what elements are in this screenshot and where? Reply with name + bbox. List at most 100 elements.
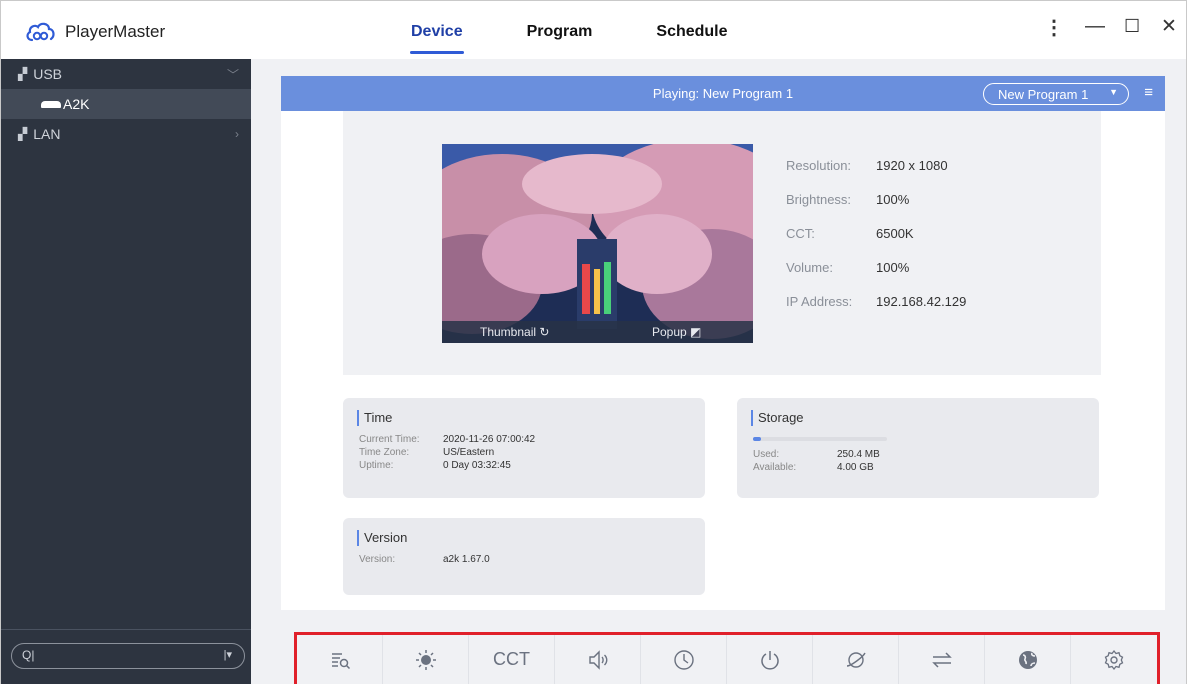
search-list-icon bbox=[331, 652, 350, 669]
more-menu-icon[interactable]: ⋮ bbox=[1044, 15, 1064, 40]
info-label: Resolution: bbox=[786, 158, 852, 173]
network-icon: ▞ bbox=[18, 67, 28, 81]
close-icon[interactable]: ✕ bbox=[1161, 15, 1177, 38]
card-row-value: a2k 1.67.0 bbox=[443, 554, 490, 565]
card-row-value: US/Eastern bbox=[443, 447, 495, 458]
info-value: 1920 x 1080 bbox=[876, 158, 948, 173]
filter-dropdown-icon[interactable]: |▾ bbox=[224, 648, 232, 661]
info-value: 100% bbox=[876, 260, 910, 275]
device-search-input[interactable]: Q| |▾ bbox=[11, 643, 245, 669]
device-control-toolbar: CCT bbox=[294, 632, 1160, 684]
chevron-right-icon[interactable]: › bbox=[235, 127, 239, 141]
thumbnail-image bbox=[442, 144, 753, 343]
card-row-label: Used: bbox=[753, 449, 780, 460]
program-select[interactable]: New Program 1 ▼ bbox=[983, 83, 1129, 105]
info-value: 192.168.42.129 bbox=[876, 294, 967, 309]
info-row-brightness: Brightness: 100% bbox=[786, 192, 966, 226]
volume-button[interactable] bbox=[555, 635, 641, 684]
maximize-icon[interactable]: ☐ bbox=[1124, 16, 1140, 37]
app-title: PlayerMaster bbox=[65, 22, 166, 41]
popup-label: Popup bbox=[652, 325, 687, 339]
main-area: Playing: New Program 1 New Program 1 ▼ ≡ bbox=[251, 59, 1186, 684]
playing-bar: Playing: New Program 1 New Program 1 ▼ ≡ bbox=[281, 76, 1165, 111]
volume-icon bbox=[588, 649, 607, 670]
brightness-button[interactable] bbox=[383, 635, 469, 684]
sidebar-item-label: USB bbox=[33, 66, 63, 82]
popup-link[interactable]: Popup ◩ bbox=[652, 325, 701, 339]
device-icon bbox=[41, 100, 61, 108]
sidebar-footer: Q| |▾ bbox=[1, 629, 251, 684]
thumbnail-label: Thumbnail bbox=[480, 325, 537, 339]
tab-device[interactable]: Device bbox=[410, 23, 464, 54]
storage-usage-bar bbox=[753, 437, 887, 441]
brightness-icon bbox=[415, 649, 436, 670]
cct-button[interactable]: CCT bbox=[469, 635, 555, 684]
program-select-value: New Program 1 bbox=[998, 87, 1089, 102]
info-label: CCT: bbox=[786, 226, 815, 241]
card-row-label: Available: bbox=[753, 462, 797, 473]
card-row: Available: 4.00 GB bbox=[753, 462, 880, 475]
settings-icon bbox=[1104, 649, 1124, 670]
thumbnail-refresh-link[interactable]: Thumbnail ↻ bbox=[480, 325, 549, 339]
transfer-icon bbox=[931, 651, 952, 668]
card-row-value: 0 Day 03:32:45 bbox=[443, 460, 511, 471]
card-row: Used: 250.4 MB bbox=[753, 449, 880, 462]
info-label: Volume: bbox=[786, 260, 833, 275]
device-info: Resolution: 1920 x 1080 Brightness: 100%… bbox=[786, 158, 966, 328]
sidebar-item-usb[interactable]: ▞ USB ﹀ bbox=[1, 59, 251, 89]
minimize-icon[interactable]: — bbox=[1085, 15, 1105, 38]
info-row-resolution: Resolution: 1920 x 1080 bbox=[786, 158, 966, 192]
power-button[interactable] bbox=[727, 635, 813, 684]
chevron-down-icon[interactable]: ﹀ bbox=[227, 66, 239, 83]
title-bar: PlayerMaster Device Program Schedule ⋮ —… bbox=[1, 1, 1186, 59]
info-row-ip-address: IP Address: 192.168.42.129 bbox=[786, 294, 966, 328]
info-row-cct: CCT: 6500K bbox=[786, 226, 966, 260]
settings-button[interactable] bbox=[1071, 635, 1157, 684]
tab-schedule[interactable]: Schedule bbox=[656, 23, 727, 41]
brand: PlayerMaster bbox=[25, 21, 165, 43]
card-row: Version: a2k 1.67.0 bbox=[359, 554, 490, 567]
version-card: Version Version: a2k 1.67.0 bbox=[343, 518, 705, 595]
sidebar-item-a2k[interactable]: A2K bbox=[1, 89, 251, 119]
device-panel: Thumbnail ↻ Popup ◩ Resolution: 1920 x 1… bbox=[343, 111, 1101, 375]
refresh-icon: ↻ bbox=[539, 325, 550, 339]
card-row-label: Current Time: bbox=[359, 434, 420, 445]
planet-icon bbox=[846, 651, 866, 668]
card-row-label: Version: bbox=[359, 554, 396, 565]
chevron-down-icon: ▼ bbox=[1109, 87, 1118, 97]
tab-program[interactable]: Program bbox=[527, 23, 593, 41]
search-list-button[interactable] bbox=[297, 635, 383, 684]
sidebar-item-lan[interactable]: ▞ LAN › bbox=[1, 119, 251, 149]
sidebar-item-label: A2K bbox=[63, 96, 90, 112]
cct-icon: CCT bbox=[493, 649, 530, 669]
app-window: PlayerMaster Device Program Schedule ⋮ —… bbox=[0, 0, 1187, 684]
info-label: IP Address: bbox=[786, 294, 853, 309]
cloud-logo-icon bbox=[26, 22, 55, 42]
card-row: Current Time: 2020-11-26 07:00:42 bbox=[359, 434, 535, 447]
card-row-value: 4.00 GB bbox=[837, 462, 874, 473]
card-row: Time Zone: US/Eastern bbox=[359, 447, 535, 460]
thumbnail-preview: Thumbnail ↻ Popup ◩ bbox=[442, 144, 753, 343]
power-icon bbox=[760, 650, 779, 670]
info-value: 6500K bbox=[876, 226, 914, 241]
main-tabs: Device Program Schedule bbox=[410, 23, 792, 54]
thumbnail-bar: Thumbnail ↻ Popup ◩ bbox=[442, 321, 753, 343]
card-rows: Current Time: 2020-11-26 07:00:42 Time Z… bbox=[359, 434, 535, 473]
card-title: Storage bbox=[751, 410, 804, 426]
info-value: 100% bbox=[876, 192, 910, 207]
card-rows: Used: 250.4 MB Available: 4.00 GB bbox=[753, 449, 880, 475]
card-title: Version bbox=[357, 530, 407, 546]
planet-button[interactable] bbox=[813, 635, 899, 684]
clock-icon bbox=[673, 649, 694, 670]
card-row-label: Uptime: bbox=[359, 460, 394, 471]
clock-button[interactable] bbox=[641, 635, 727, 684]
time-card: Time Current Time: 2020-11-26 07:00:42 T… bbox=[343, 398, 705, 498]
menu-icon[interactable]: ≡ bbox=[1144, 84, 1153, 101]
transfer-button[interactable] bbox=[899, 635, 985, 684]
card-title: Time bbox=[357, 410, 392, 426]
card-row-value: 250.4 MB bbox=[837, 449, 880, 460]
storage-usage-fill bbox=[753, 437, 762, 441]
sidebar-item-label: LAN bbox=[33, 126, 61, 142]
globe-button[interactable] bbox=[985, 635, 1071, 684]
info-label: Brightness: bbox=[786, 192, 852, 207]
